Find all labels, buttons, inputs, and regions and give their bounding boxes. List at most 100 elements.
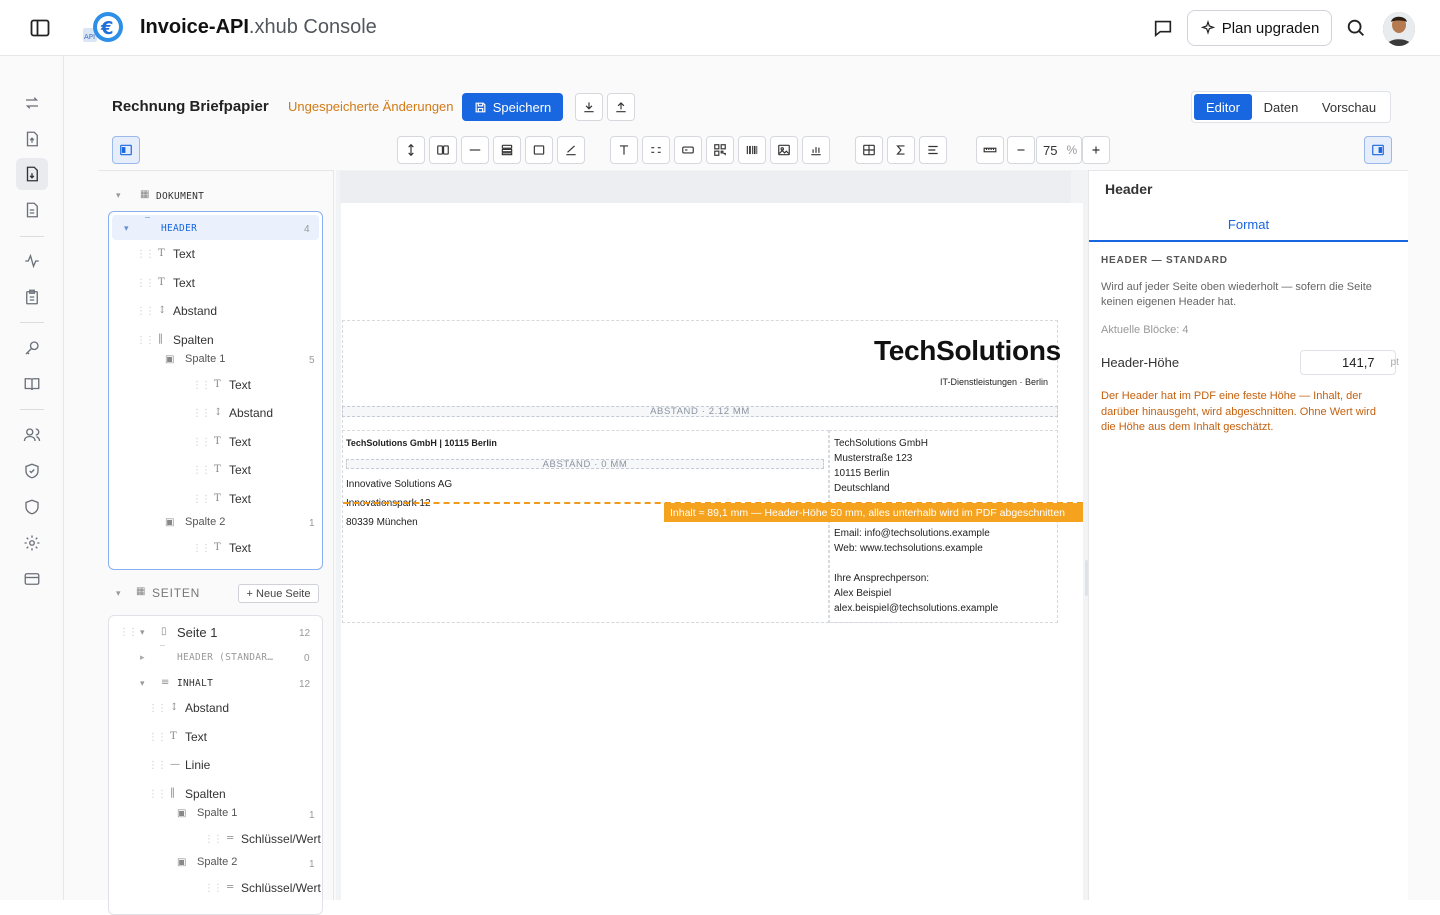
users-icon[interactable] <box>20 423 44 447</box>
expand-chevron-icon[interactable]: ▸ <box>140 652 145 663</box>
tree-column-2[interactable]: Spalte 2 <box>185 516 225 528</box>
key-icon[interactable] <box>20 336 44 360</box>
tree-root-dokument[interactable]: DOKUMENT <box>156 191 204 202</box>
drag-handle-icon[interactable]: ⋮⋮ <box>119 627 138 638</box>
plan-upgrade-button[interactable]: Plan upgraden <box>1187 10 1332 46</box>
tree-item[interactable]: Schlüssel/Wert <box>241 832 321 846</box>
zoom-input[interactable]: 75% <box>1036 136 1082 164</box>
add-sum-button[interactable] <box>887 136 915 164</box>
add-columns-button[interactable] <box>429 136 457 164</box>
book-icon[interactable] <box>20 372 44 396</box>
credit-card-icon[interactable] <box>20 567 44 591</box>
recipient-line[interactable]: Innovative Solutions AG <box>346 479 452 490</box>
tree-item[interactable]: Text <box>173 276 195 290</box>
add-chart-button[interactable] <box>802 136 830 164</box>
transfer-icon[interactable] <box>20 91 44 115</box>
address-line[interactable]: Deutschland <box>834 483 890 494</box>
drag-handle-icon[interactable]: ⋮⋮ <box>136 306 155 317</box>
toggle-inspector-panel-button[interactable] <box>1364 136 1392 164</box>
drag-handle-icon[interactable]: ⋮⋮ <box>192 437 211 448</box>
tree-page-column-2[interactable]: Spalte 2 <box>197 856 237 868</box>
activity-icon[interactable] <box>20 249 44 273</box>
address-line[interactable]: 10115 Berlin <box>834 468 889 479</box>
tree-item[interactable]: Abstand <box>229 406 273 420</box>
spacing-block[interactable]: ABSTAND · 2.12 MM <box>342 406 1058 417</box>
tree-item[interactable]: Schlüssel/Wert <box>241 881 321 895</box>
drag-handle-icon[interactable]: ⋮⋮ <box>192 380 211 391</box>
add-field-button[interactable] <box>674 136 702 164</box>
new-page-button[interactable]: + Neue Seite <box>238 584 319 603</box>
collapse-chevron-icon[interactable]: ▾ <box>124 223 129 234</box>
drag-handle-icon[interactable]: ⋮⋮ <box>204 883 223 894</box>
tab-editor[interactable]: Editor <box>1194 94 1252 120</box>
tree-item[interactable]: Spalten <box>173 333 214 347</box>
recipient-line[interactable]: 80339 München <box>346 517 418 528</box>
drag-handle-icon[interactable]: ⋮⋮ <box>136 249 155 260</box>
address-line[interactable]: Musterstraße 123 <box>834 453 912 464</box>
collapse-chevron-icon[interactable]: ▾ <box>116 588 121 599</box>
zoom-out-button[interactable] <box>1007 136 1035 164</box>
drag-handle-icon[interactable]: ⋮⋮ <box>192 543 211 554</box>
drag-handle-icon[interactable]: ⋮⋮ <box>136 335 155 346</box>
avatar[interactable] <box>1383 12 1415 46</box>
add-line-button[interactable] <box>461 136 489 164</box>
tree-node-header[interactable] <box>112 215 319 240</box>
tree-item[interactable]: Spalten <box>185 787 226 801</box>
chat-icon[interactable] <box>1152 17 1174 44</box>
tree-item[interactable]: Text <box>185 730 207 744</box>
add-paragraph-button[interactable] <box>919 136 947 164</box>
tab-daten[interactable]: Daten <box>1252 94 1310 120</box>
drag-handle-icon[interactable]: ⋮⋮ <box>136 278 155 289</box>
drag-handle-icon[interactable]: ⋮⋮ <box>148 732 167 743</box>
toggle-structure-panel-button[interactable] <box>112 136 140 164</box>
add-spacing-button[interactable] <box>397 136 425 164</box>
document-upload-icon[interactable] <box>20 127 44 151</box>
drag-handle-icon[interactable]: ⋮⋮ <box>204 834 223 845</box>
tree-item[interactable]: Abstand <box>185 701 229 715</box>
collapse-chevron-icon[interactable]: ▾ <box>116 190 121 201</box>
spacing-block[interactable]: ABSTAND · 0 MM <box>346 459 824 470</box>
shield-check-icon[interactable] <box>20 459 44 483</box>
person-line[interactable]: Ihre Ansprechperson: <box>834 573 929 584</box>
drag-handle-icon[interactable]: ⋮⋮ <box>192 408 211 419</box>
download-button[interactable] <box>575 93 603 121</box>
add-box-button[interactable] <box>525 136 553 164</box>
ruler-button[interactable] <box>976 136 1004 164</box>
drag-handle-icon[interactable]: ⋮⋮ <box>192 465 211 476</box>
tree-item[interactable]: Text <box>229 435 251 449</box>
drag-handle-icon[interactable]: ⋮⋮ <box>148 789 167 800</box>
company-name-text[interactable]: TechSolutions <box>874 335 1061 367</box>
tree-header-label[interactable]: HEADER <box>161 223 197 234</box>
tree-item[interactable]: Text <box>229 492 251 506</box>
tree-page-header[interactable]: HEADER (STANDAR… <box>177 652 273 663</box>
tree-item[interactable]: Abstand <box>173 304 217 318</box>
add-keyvalue-button[interactable] <box>642 136 670 164</box>
tree-item[interactable]: Text <box>229 541 251 555</box>
tree-item[interactable]: Text <box>229 378 251 392</box>
gear-icon[interactable] <box>20 531 44 555</box>
add-signature-button[interactable] <box>557 136 585 164</box>
add-rows-button[interactable] <box>493 136 521 164</box>
address-line[interactable]: TechSolutions GmbH <box>834 438 928 449</box>
tagline-text[interactable]: IT-Dienstleistungen · Berlin <box>940 377 1048 387</box>
tree-column-1[interactable]: Spalte 1 <box>185 353 225 365</box>
drag-handle-icon[interactable]: ⋮⋮ <box>148 703 167 714</box>
collapse-chevron-icon[interactable]: ▾ <box>140 678 145 689</box>
person-line[interactable]: Alex Beispiel <box>834 588 891 599</box>
tree-item[interactable]: Linie <box>185 758 210 772</box>
header-height-input[interactable]: 141,7 pt <box>1300 350 1399 375</box>
tree-content[interactable]: INHALT <box>177 678 213 689</box>
contact-line[interactable]: Email: info@techsolutions.example <box>834 528 990 539</box>
contact-line[interactable]: Web: www.techsolutions.example <box>834 543 983 554</box>
search-icon[interactable] <box>1345 17 1367 44</box>
collapse-chevron-icon[interactable]: ▾ <box>140 627 145 638</box>
document-icon[interactable] <box>20 198 44 222</box>
tree-page-1[interactable]: Seite 1 <box>177 625 217 640</box>
clipboard-icon[interactable] <box>20 285 44 309</box>
tree-page-column-1[interactable]: Spalte 1 <box>197 807 237 819</box>
person-line[interactable]: alex.beispiel@techsolutions.example <box>834 603 998 614</box>
save-button[interactable]: Speichern <box>462 93 563 121</box>
add-image-button[interactable] <box>770 136 798 164</box>
add-barcode-button[interactable] <box>738 136 766 164</box>
sidebar-toggle-icon[interactable] <box>28 16 52 40</box>
